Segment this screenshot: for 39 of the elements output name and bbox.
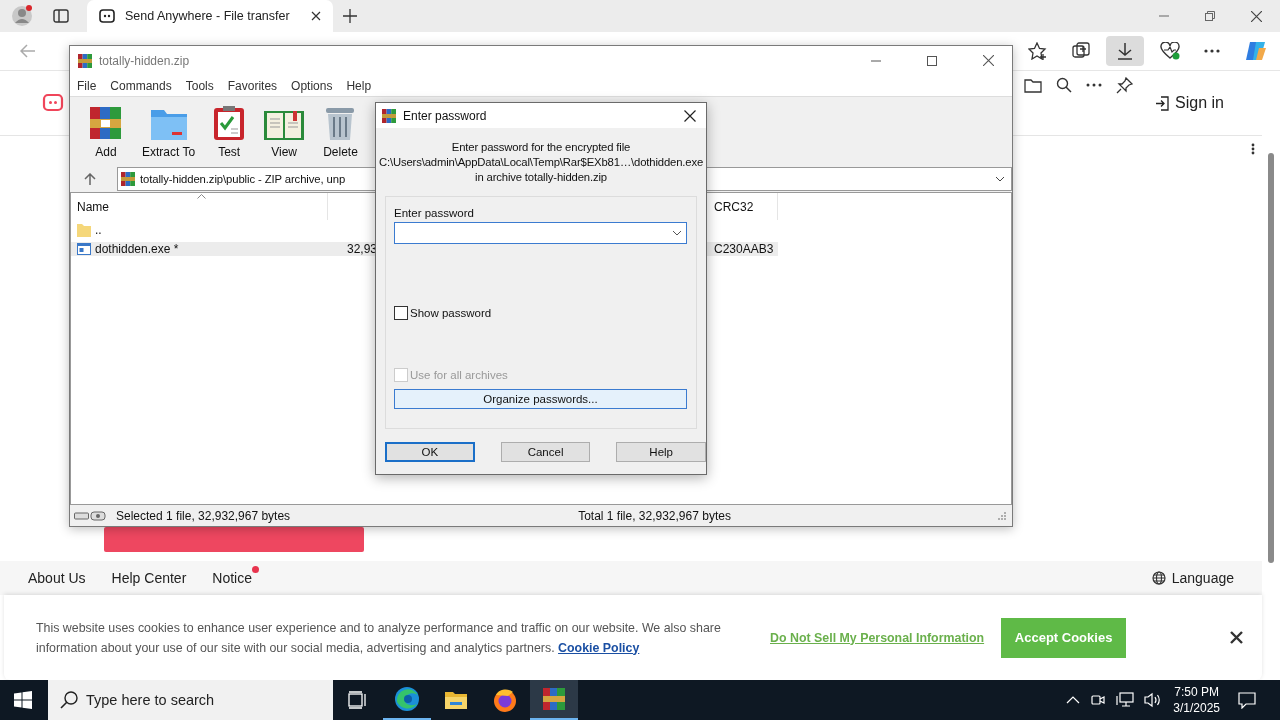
tab-title: Send Anywhere - File transfer: [125, 9, 291, 23]
organize-passwords-button[interactable]: Organize passwords...: [394, 389, 687, 409]
toolbar-button[interactable]: Test: [213, 105, 246, 159]
dialog-button[interactable]: Cancel: [500, 442, 591, 462]
dialog-button[interactable]: OK: [385, 442, 475, 462]
status-text: Total 1 file, 32,932,967 bytes: [578, 508, 731, 523]
sign-in-link[interactable]: Sign in: [1155, 94, 1224, 112]
dialog-message: Enter password for the encrypted file: [451, 140, 631, 155]
window-title: totally-hidden.zip: [99, 53, 190, 68]
checkbox[interactable]: Show password: [394, 306, 687, 320]
language-link[interactable]: Language: [1151, 570, 1234, 586]
toolbar-button[interactable]: Delete: [323, 105, 358, 159]
menu-item[interactable]: Options: [291, 78, 333, 93]
column-header[interactable]: CRC32: [708, 193, 778, 220]
status-text: Selected 1 file, 32,932,967 bytes: [116, 508, 291, 523]
dialog-title: Enter password: [403, 108, 487, 123]
cookie-notice: This website uses cookies to enhance user experience and to analyze performance and traffic on our website. We also share information about your use of our site with our social media, advertising and analytics partners. Cookie Policy: [36, 619, 722, 657]
footer-link[interactable]: About Us: [28, 570, 86, 586]
file-name[interactable]: dothidden.exe *: [71, 241, 328, 256]
footer-link[interactable]: Notice: [212, 570, 252, 586]
browser-tab[interactable]: Send Anywhere - File transfer: [87, 0, 333, 32]
menu-item[interactable]: Help: [346, 78, 372, 93]
menu-item[interactable]: Tools: [185, 78, 214, 93]
menu-item[interactable]: File: [77, 78, 97, 93]
clock[interactable]: 7:50 PM 3/1/2025: [1173, 684, 1220, 716]
crc-value: C230AAB3: [714, 241, 774, 256]
search-field[interactable]: Type here to search: [48, 680, 333, 720]
toolbar-button[interactable]: Add: [88, 105, 124, 159]
file-name[interactable]: ..: [71, 222, 328, 237]
cookie-policy-link[interactable]: Cookie Policy: [558, 640, 640, 655]
field-label: Enter password: [394, 207, 475, 219]
menu-item[interactable]: Commands: [110, 78, 172, 93]
footer-link[interactable]: Help Center: [111, 570, 187, 586]
menu-item[interactable]: Favorites: [227, 78, 278, 93]
dialog-button[interactable]: Help: [616, 442, 706, 462]
dialog-message: in archive totally-hidden.zip: [475, 170, 607, 185]
toolbar-button[interactable]: View: [263, 109, 306, 159]
toolbar-button[interactable]: Extract To: [142, 107, 196, 159]
column-header[interactable]: Name: [71, 193, 328, 220]
